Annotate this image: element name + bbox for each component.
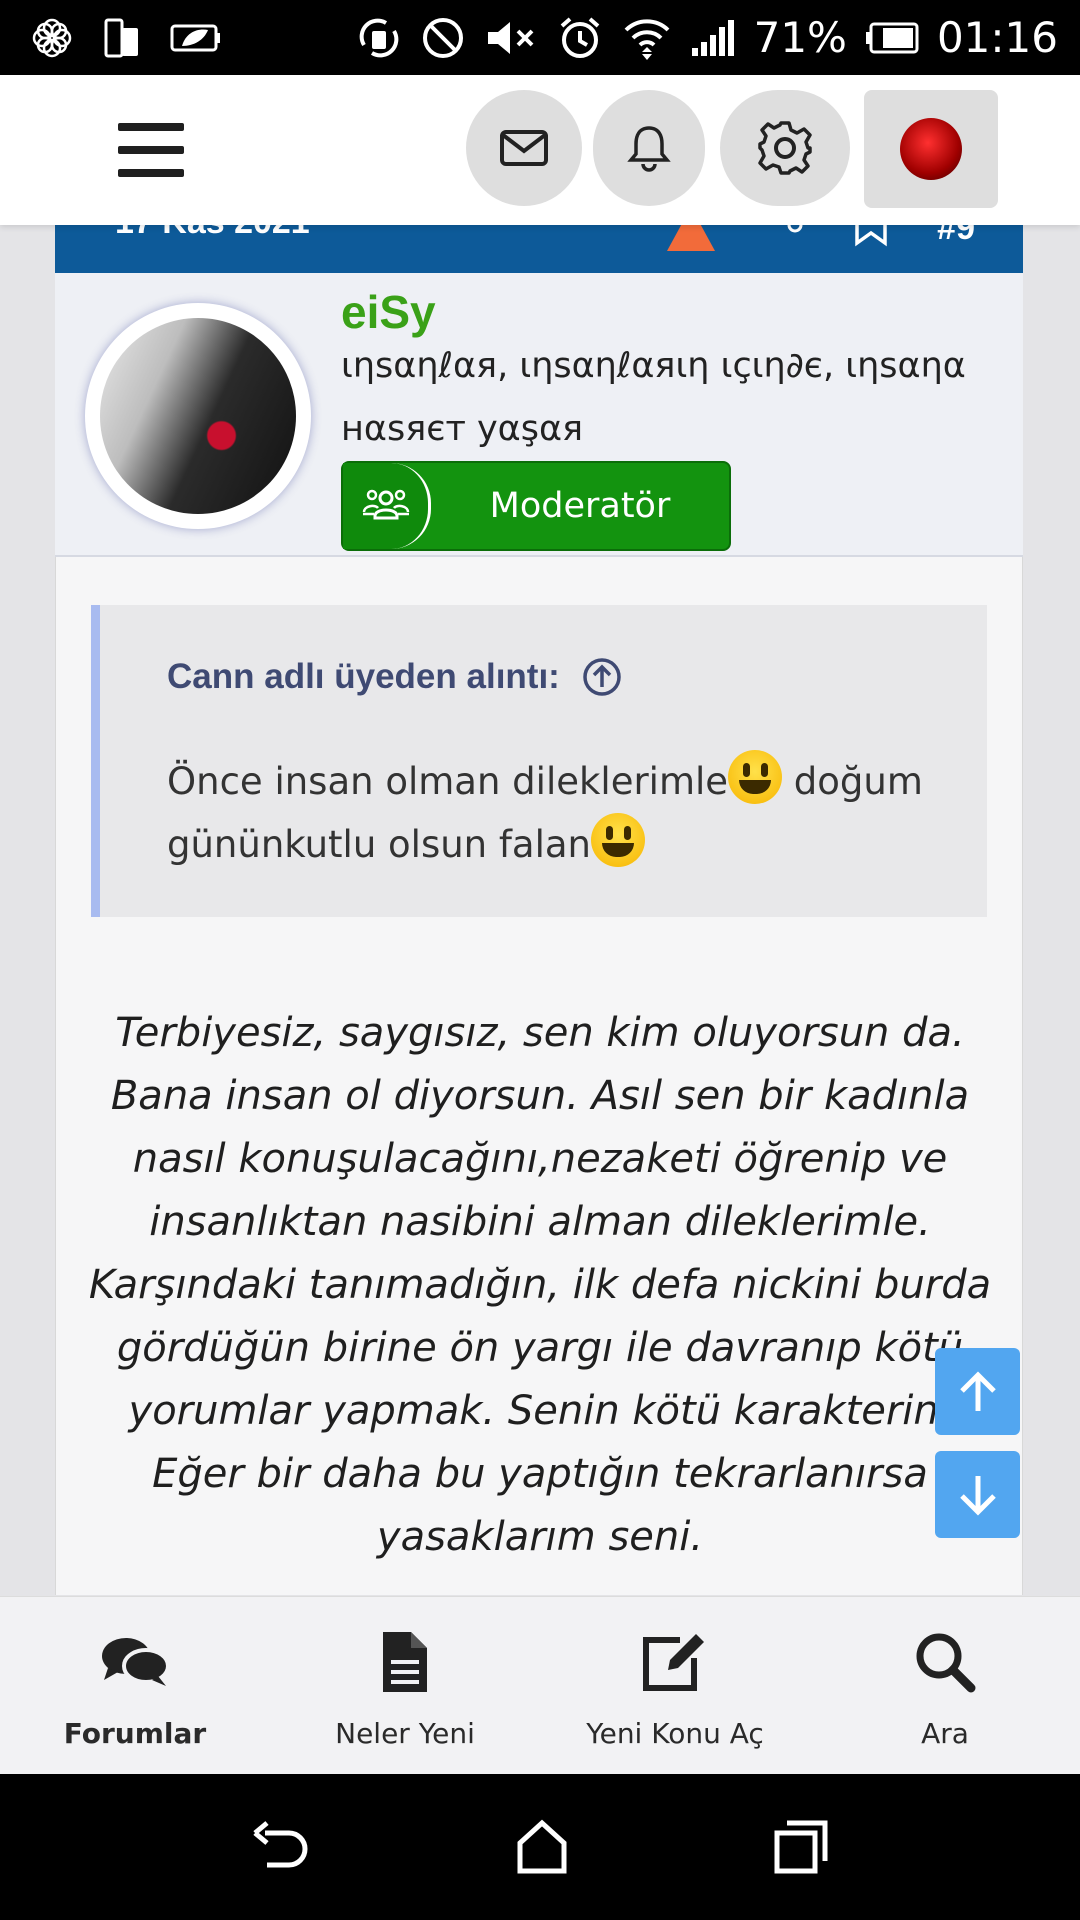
back-icon[interactable] xyxy=(251,1819,311,1875)
quote-text: Önce insan olman dileklerimle doğum günü… xyxy=(167,750,957,876)
quote-line1-after: doğum xyxy=(782,760,923,803)
rotate-icon xyxy=(356,15,402,61)
share-icon[interactable] xyxy=(765,225,805,257)
tab-search[interactable]: Ara xyxy=(810,1597,1080,1774)
post-header: 17 Kas 2021 #9 xyxy=(55,225,1023,273)
tab-label: Neler Yeni xyxy=(335,1717,475,1750)
bookmark-icon[interactable] xyxy=(853,225,889,257)
quote-line1: Önce insan olman dileklerimle xyxy=(167,760,729,803)
grinning-emoji-icon xyxy=(728,750,783,804)
inbox-button[interactable] xyxy=(466,90,582,206)
battery-icon xyxy=(865,22,919,54)
mail-icon xyxy=(500,130,548,166)
menu-icon[interactable] xyxy=(118,123,184,177)
wifi-icon xyxy=(622,14,672,62)
tab-label: Forumlar xyxy=(63,1717,207,1750)
signal-icon xyxy=(690,18,736,58)
tab-forums[interactable]: Forumlar xyxy=(0,1597,270,1774)
document-icon xyxy=(383,1632,427,1692)
quote-block: Cann adlı üyeden alıntı: Önce insan olma… xyxy=(91,605,987,917)
mute-icon xyxy=(484,16,538,60)
edit-icon xyxy=(643,1634,704,1691)
tab-whats-new[interactable]: Neler Yeni xyxy=(270,1597,540,1774)
tab-label: Ara xyxy=(921,1717,969,1750)
dual-sim-icon xyxy=(102,16,142,60)
post-number[interactable]: #9 xyxy=(937,225,975,248)
post-body: Terbiyesiz, saygısız, sen kim oluyorsun … xyxy=(88,1010,992,1560)
battery-percent: 71% xyxy=(753,13,847,62)
account-button[interactable] xyxy=(864,90,998,208)
alerts-button[interactable] xyxy=(593,90,705,206)
flower-icon xyxy=(30,16,74,60)
settings-button[interactable] xyxy=(720,90,850,206)
scroll-top-button[interactable] xyxy=(935,1348,1020,1435)
scroll-bottom-button[interactable] xyxy=(935,1451,1020,1538)
block-icon xyxy=(420,15,466,61)
report-icon[interactable] xyxy=(665,225,717,257)
quote-source[interactable]: Cann adlı üyeden alıntı: xyxy=(167,657,560,697)
status-bar: 71% 01:16 xyxy=(0,0,1080,75)
role-badge: Moderatör xyxy=(341,461,731,551)
user-avatar xyxy=(900,118,962,180)
author-name[interactable]: eiSy xyxy=(341,285,436,339)
arrow-up-circle-icon[interactable] xyxy=(582,657,622,697)
quote-line2: gününkutlu olsun falan xyxy=(167,823,591,866)
gear-icon xyxy=(758,121,812,175)
top-header xyxy=(0,75,1080,225)
tab-label: Yeni Konu Aç xyxy=(586,1717,764,1750)
post-date: 17 Kas 2021 xyxy=(115,225,310,242)
leaf-battery-icon xyxy=(170,20,222,56)
grinning-emoji-icon xyxy=(590,813,645,867)
arrow-up-icon xyxy=(959,1370,996,1411)
author-block: eiSy ιηѕαηℓαя, ιηѕαηℓαяιη ιçιη∂є, ιηѕαηα… xyxy=(55,273,1023,557)
role-label: Moderatör xyxy=(489,486,671,526)
alarm-icon xyxy=(556,14,604,62)
users-icon xyxy=(343,463,431,549)
bottom-tab-bar: Forumlar Neler Yeni Yeni Konu Aç Ara xyxy=(0,1596,1080,1774)
home-icon[interactable] xyxy=(514,1819,570,1875)
quote-header[interactable]: Cann adlı üyeden alıntı: xyxy=(167,657,622,697)
author-title: ιηѕαηℓαя, ιηѕαηℓαяιη ιçιη∂є, ιηѕαηα нαѕя… xyxy=(341,346,966,449)
comments-icon xyxy=(102,1638,170,1686)
system-nav-bar xyxy=(0,1774,1080,1920)
author-avatar[interactable] xyxy=(85,303,311,529)
tab-new-thread[interactable]: Yeni Konu Aç xyxy=(540,1597,810,1774)
search-icon xyxy=(916,1633,976,1693)
arrow-down-icon xyxy=(959,1475,996,1516)
recents-icon[interactable] xyxy=(773,1819,829,1875)
bell-icon xyxy=(627,126,671,172)
clock: 01:16 xyxy=(936,13,1058,62)
